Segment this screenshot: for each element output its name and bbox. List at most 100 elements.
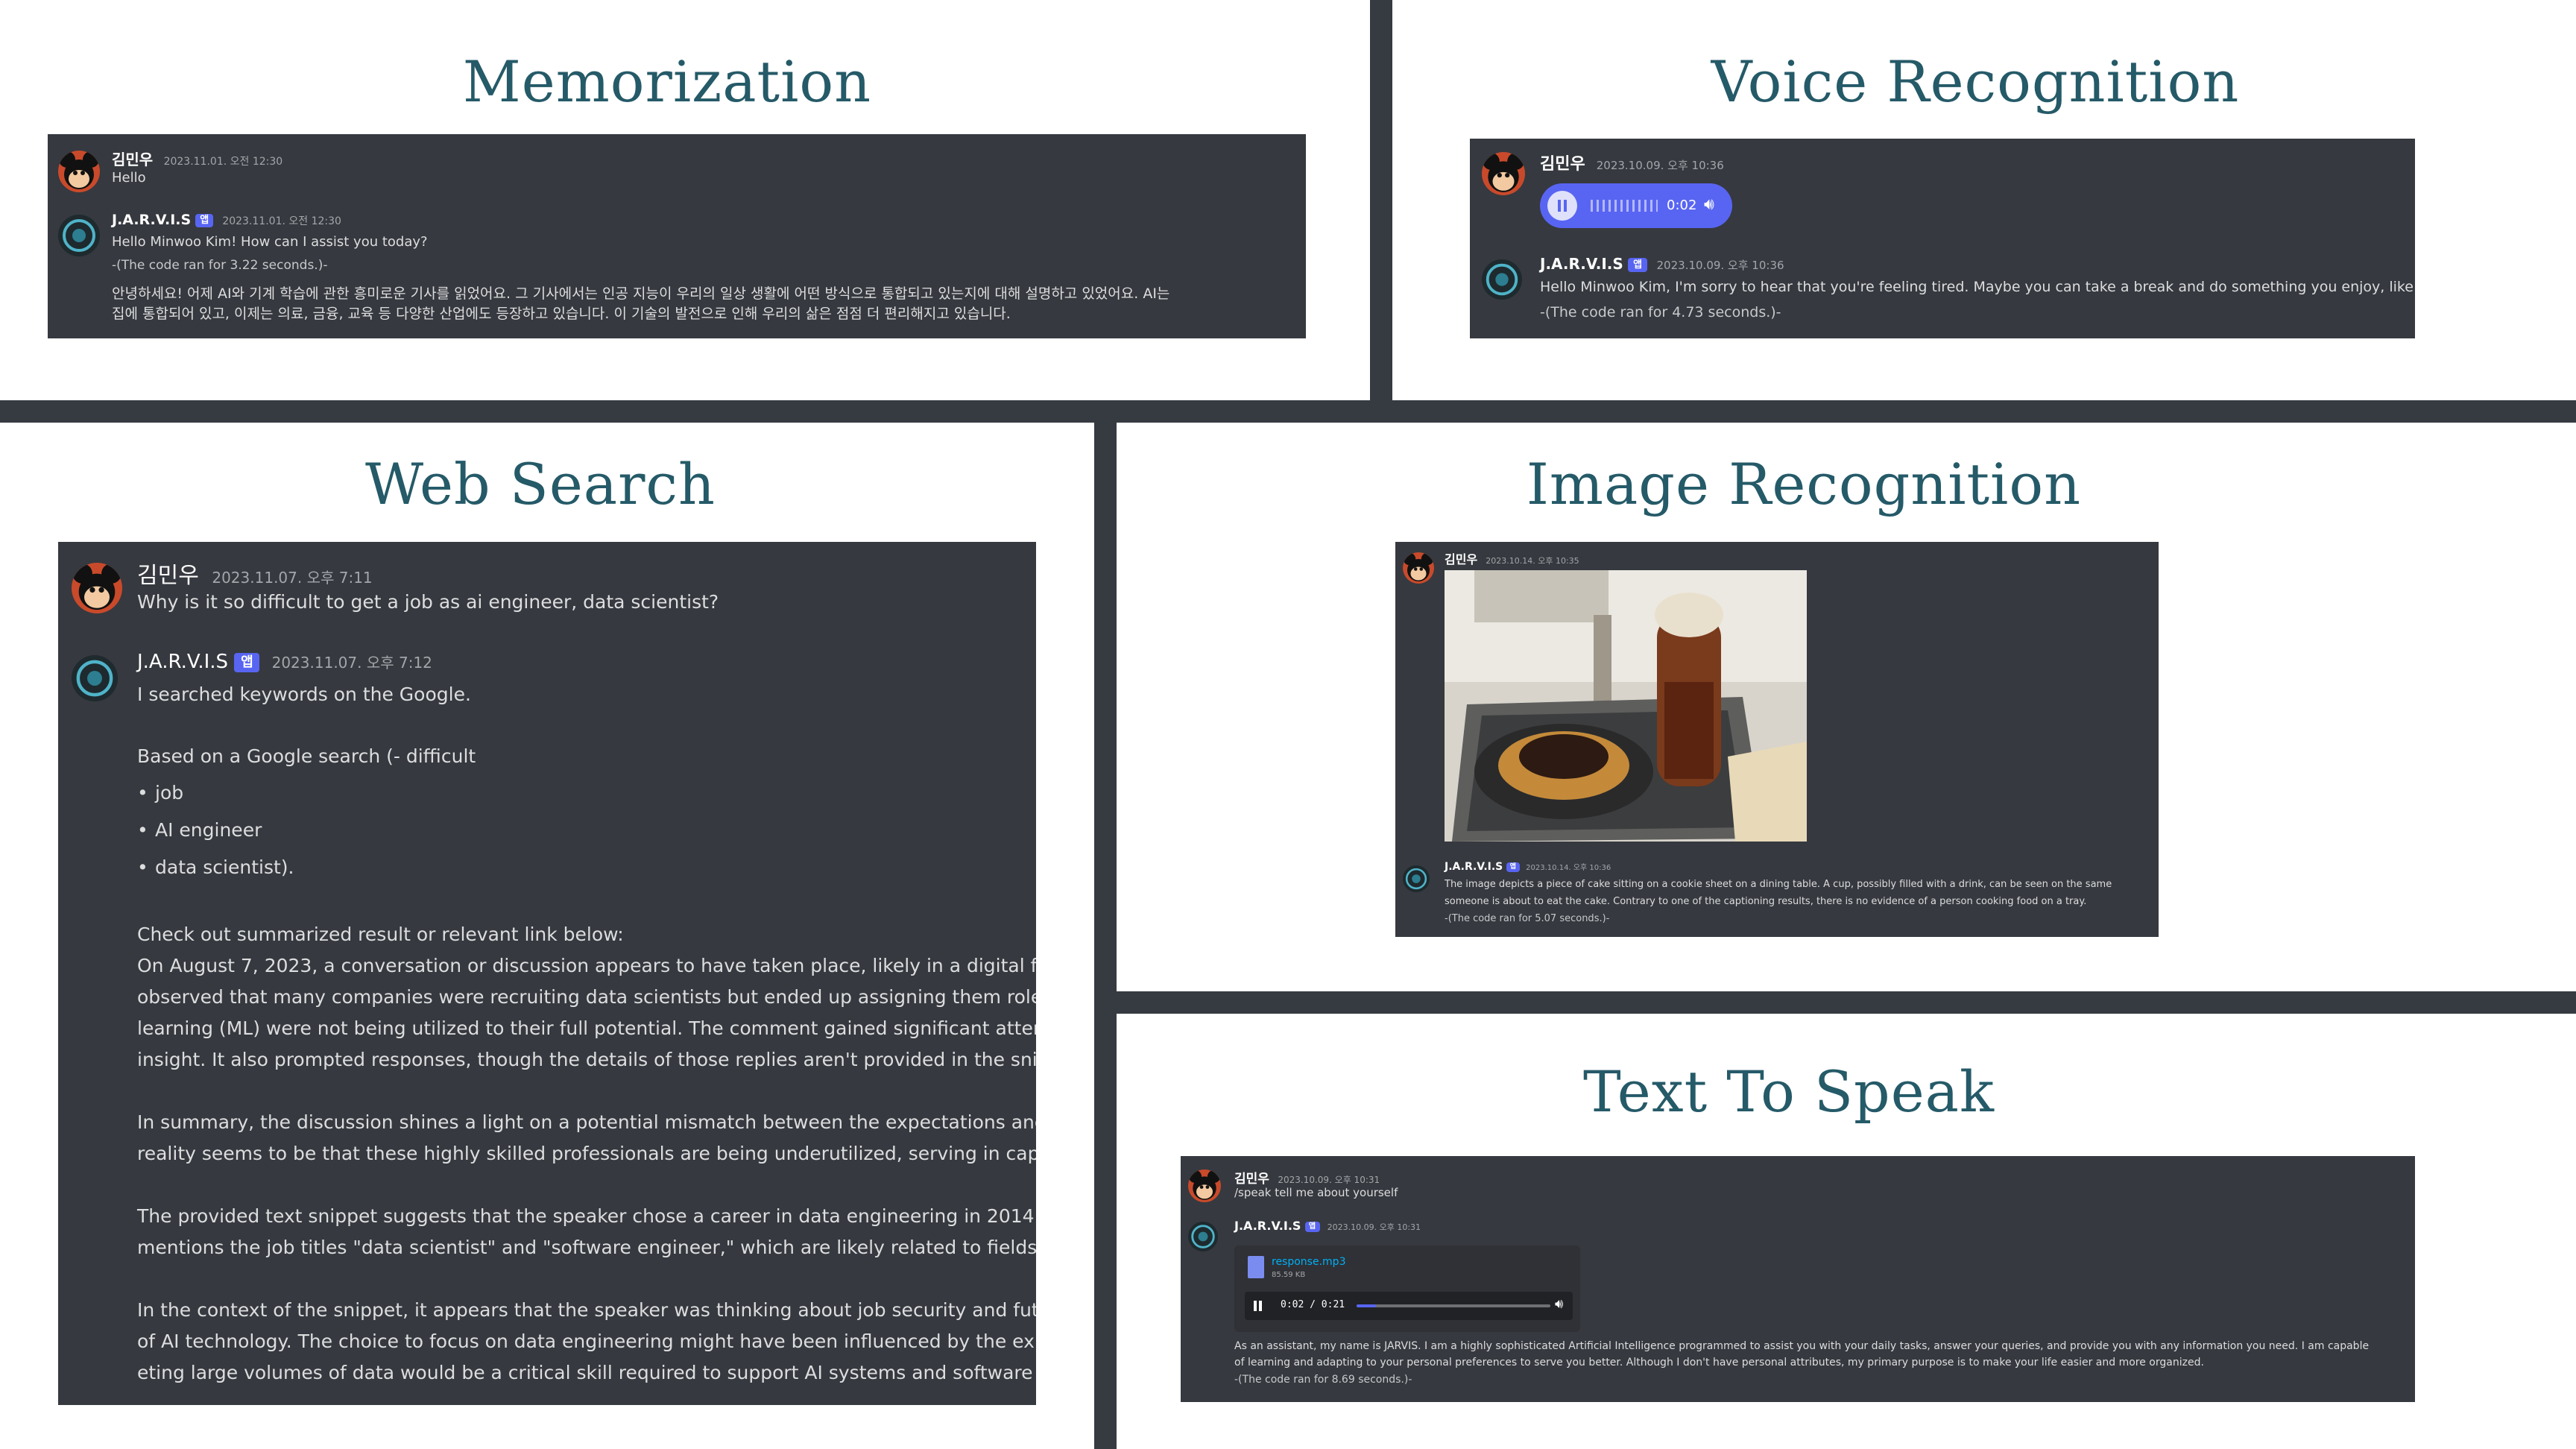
audio-file-name[interactable]: response.mp3 (1272, 1256, 1345, 1268)
user-avatar (1482, 152, 1525, 195)
user-name: 김민우 (1234, 1172, 1269, 1187)
user-message: /speak tell me about yourself (1234, 1186, 1398, 1199)
bot-avatar (1188, 1222, 1218, 1251)
bot-search-summary: Based on a Google search (- difficult (137, 745, 476, 767)
result-paragraph-line: reality seems to be that these highly sk… (137, 1143, 1036, 1164)
user-header: 김민우 2023.10.14. 오후 10:35 (1445, 549, 1579, 567)
result-paragraph-line: In summary, the discussion shines a ligh… (137, 1111, 1036, 1133)
audio-file-icon (1248, 1256, 1264, 1278)
bot-avatar (1403, 865, 1430, 892)
bot-message-line: of learning and adapting to your persona… (1234, 1357, 2204, 1368)
divider-right-horizontal (1109, 991, 2576, 1014)
panel-title-text-to-speak: Text To Speak (1582, 1058, 1995, 1125)
uploaded-photo[interactable] (1445, 570, 1807, 842)
bot-timestamp: 2023.11.01. 오전 12:30 (222, 215, 341, 227)
bot-timestamp: 2023.11.07. 오후 7:12 (271, 654, 432, 672)
checkout-line: Check out summarized result or relevant … (137, 924, 624, 945)
result-paragraph-line: On August 7, 2023, a conversation or dis… (137, 955, 1036, 976)
user-header: 김민우 2023.10.09. 오후 10:31 (1234, 1168, 1380, 1187)
user-name: 김민우 (112, 151, 154, 168)
voice-message-player[interactable]: 0:02 🔊︎ (1540, 183, 1732, 228)
divider-top-horizontal (0, 400, 2576, 423)
bot-avatar (1482, 259, 1522, 300)
user-avatar (1188, 1169, 1221, 1202)
pause-button[interactable] (1547, 191, 1577, 221)
progress-track[interactable] (1357, 1304, 1550, 1307)
audio-player[interactable]: 0:02 / 0:21 🔊︎ (1245, 1292, 1573, 1320)
bot-message-line: The image depicts a piece of cake sittin… (1445, 879, 2112, 890)
result-paragraph-line: insight. It also prompted responses, tho… (137, 1049, 1036, 1070)
bot-name: J.A.R.V.I.S (1234, 1219, 1301, 1233)
bot-name: J.A.R.V.I.S (1540, 255, 1623, 273)
user-name: 김민우 (137, 563, 199, 589)
bot-header: J.A.R.V.I.S 앱 2023.10.14. 오후 10:36 (1445, 861, 1611, 873)
keyword-item: AI engineer (137, 819, 262, 841)
panel-title-memorization: Memorization (462, 48, 872, 115)
user-header: 김민우 2023.10.09. 오후 10:36 (1540, 151, 1724, 174)
result-paragraph-line: The provided text snippet suggests that … (137, 1205, 1036, 1227)
user-message: Hello (112, 170, 146, 186)
pause-icon[interactable] (1254, 1301, 1257, 1311)
bot-message-line: As an assistant, my name is JARVIS. I am… (1234, 1340, 2370, 1352)
panel-title-image-recognition: Image Recognition (1526, 451, 2082, 517)
memorization-chat: 김민우 2023.11.01. 오전 12:30 Hello J.A.R.V.I… (48, 134, 1306, 338)
bot-avatar (58, 215, 100, 256)
user-timestamp: 2023.10.09. 오후 10:36 (1596, 159, 1724, 172)
result-paragraph-line: observed that many companies were recrui… (137, 986, 1036, 1008)
user-timestamp: 2023.10.09. 오후 10:31 (1278, 1175, 1380, 1185)
bot-name: J.A.R.V.I.S (1445, 861, 1503, 873)
bot-timestamp: 2023.10.14. 오후 10:36 (1526, 864, 1611, 872)
divider-bottom-vertical (1094, 421, 1117, 1449)
volume-icon[interactable]: 🔊︎ (1555, 1298, 1563, 1311)
user-avatar (72, 563, 122, 613)
text-to-speak-chat: 김민우 2023.10.09. 오후 10:31 /speak tell me … (1181, 1156, 2415, 1402)
user-avatar (58, 151, 100, 192)
bot-message-line: 안녕하세요! 어제 AI와 기계 학습에 관한 흥미로운 기사를 읽었어요. 그… (112, 285, 1170, 302)
bot-runtime: -(The code ran for 4.73 seconds.)- (1540, 304, 1781, 321)
user-timestamp: 2023.10.14. 오후 10:35 (1486, 556, 1579, 566)
app-tag: 앱 (234, 652, 260, 672)
user-header: 김민우 2023.11.07. 오후 7:11 (137, 557, 373, 590)
result-paragraph-line: In the context of the snippet, it appear… (137, 1299, 1036, 1321)
progress-fill (1357, 1304, 1376, 1307)
volume-icon[interactable]: 🔊︎ (1704, 197, 1714, 213)
user-timestamp: 2023.11.01. 오전 12:30 (163, 156, 283, 168)
bot-message-line: Hello Minwoo Kim! How can I assist you t… (112, 234, 428, 250)
app-tag: 앱 (195, 213, 214, 227)
audio-file-size: 85.59 KB (1272, 1271, 1306, 1279)
waveform (1591, 200, 1658, 212)
bot-avatar (72, 655, 118, 701)
bot-name: J.A.R.V.I.S (112, 212, 192, 228)
bot-header: J.A.R.V.I.S 앱 2023.10.09. 오후 10:31 (1234, 1219, 1421, 1233)
player-time: 0:02 / 0:21 (1281, 1299, 1345, 1310)
divider-top-vertical (1370, 0, 1392, 402)
voice-chat: 김민우 2023.10.09. 오후 10:36 0:02 🔊︎ J.A.R.V… (1470, 139, 2415, 338)
image-recognition-chat: 김민우 2023.10.14. 오후 10:35 J.A.R.V.I.S 앱 2… (1395, 542, 2159, 937)
bot-header: J.A.R.V.I.S 앱 2023.11.01. 오전 12:30 (112, 212, 341, 228)
bot-runtime: -(The code ran for 5.07 seconds.)- (1445, 913, 1610, 924)
bot-message-line: Hello Minwoo Kim, I'm sorry to hear that… (1540, 279, 2415, 295)
user-avatar (1403, 552, 1434, 584)
photo-image (1445, 570, 1807, 842)
app-tag: 앱 (1506, 862, 1520, 872)
bot-message-line: 집에 통합되어 있고, 이제는 의료, 금융, 교육 등 다양한 산업에도 등장… (112, 306, 1011, 322)
audio-attachment: response.mp3 85.59 KB 0:02 / 0:21 🔊︎ (1234, 1246, 1580, 1332)
bot-message-line: someone is about to eat the cake. Contra… (1445, 896, 2087, 907)
panel-title-web-search: Web Search (365, 451, 716, 517)
user-timestamp: 2023.11.07. 오후 7:11 (212, 569, 373, 587)
voice-duration: 0:02 (1667, 198, 1697, 213)
user-message: Why is it so difficult to get a job as a… (137, 591, 719, 613)
bot-timestamp: 2023.10.09. 오후 10:31 (1327, 1222, 1421, 1232)
pause-icon (1558, 200, 1561, 212)
bot-timestamp: 2023.10.09. 오후 10:36 (1656, 259, 1784, 272)
bot-runtime: -(The code ran for 3.22 seconds.)- (112, 258, 328, 273)
user-name: 김민우 (1445, 552, 1478, 566)
bot-name: J.A.R.V.I.S (137, 651, 229, 673)
web-search-chat: 김민우 2023.11.07. 오후 7:11 Why is it so dif… (58, 542, 1036, 1405)
keyword-item: data scientist). (137, 856, 294, 878)
bot-header: J.A.R.V.I.S 앱 2023.10.09. 오후 10:36 (1540, 255, 1784, 273)
user-name: 김민우 (1540, 155, 1585, 174)
user-header: 김민우 2023.11.01. 오전 12:30 (112, 148, 282, 169)
bot-header: J.A.R.V.I.S 앱 2023.11.07. 오후 7:12 (137, 651, 432, 673)
app-tag: 앱 (1628, 258, 1648, 272)
